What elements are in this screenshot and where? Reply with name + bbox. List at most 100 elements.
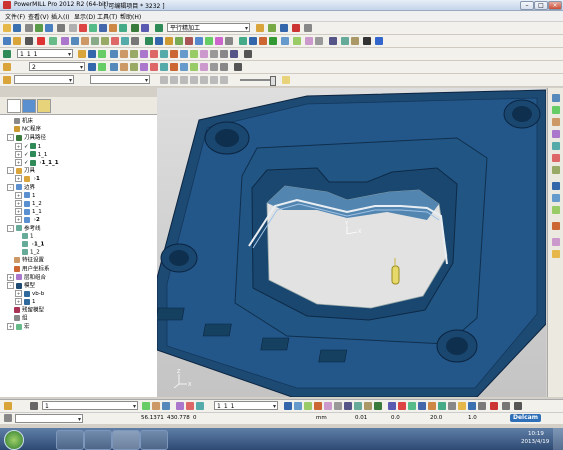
bottom-toolholder-icon[interactable]	[30, 402, 38, 410]
block-icon[interactable]	[69, 24, 77, 32]
tool-measure-icon[interactable]	[170, 63, 178, 71]
toolpath-icon[interactable]	[141, 24, 149, 32]
wireframe-icon[interactable]	[111, 37, 119, 45]
view-right-strip-icon[interactable]	[552, 142, 560, 150]
tree-item[interactable]: 组	[7, 314, 28, 322]
bottom-path-icon[interactable]	[186, 402, 194, 410]
sim-back-icon[interactable]	[180, 76, 188, 84]
tree-expander-icon[interactable]: +	[15, 150, 22, 158]
settings-icon[interactable]	[304, 24, 312, 32]
tree-item[interactable]: 用户坐标系	[7, 265, 50, 273]
bottom-settings-icon[interactable]	[152, 402, 160, 410]
tree-item[interactable]: 机床	[7, 118, 33, 125]
tp-collision-icon[interactable]	[200, 50, 208, 58]
tp-links-icon[interactable]	[120, 50, 128, 58]
bottom-toolpath-select[interactable]: 1_1_1	[214, 401, 278, 410]
tree-expander-icon[interactable]: +	[15, 208, 22, 216]
bottom-b9-icon[interactable]	[364, 402, 372, 410]
cursor-icon[interactable]	[293, 37, 301, 45]
tp-point-icon[interactable]	[140, 50, 148, 58]
tree-item[interactable]: NC程序	[7, 126, 41, 133]
tool-more-icon[interactable]	[220, 63, 228, 71]
tree-expander-icon[interactable]: +	[15, 290, 22, 298]
tree-item[interactable]: - 刀具	[7, 167, 35, 175]
tree-item[interactable]: + ✓ ›1_1_1	[15, 159, 59, 166]
tp-show-icon[interactable]	[110, 50, 118, 58]
tool-db-icon[interactable]	[140, 63, 148, 71]
view-bottom-strip-icon[interactable]	[552, 118, 560, 126]
tree-item[interactable]: - 边界	[7, 183, 35, 191]
tp-edit-icon[interactable]	[78, 50, 86, 58]
shaded-icon[interactable]	[121, 37, 129, 45]
tree-item[interactable]: +1_2	[15, 200, 42, 207]
layer-icon[interactable]	[155, 37, 163, 45]
menu-view[interactable]: 查看(V)	[28, 12, 49, 21]
zoom-icon[interactable]	[3, 37, 11, 45]
group-icon[interactable]	[249, 37, 257, 45]
tree-expander-icon[interactable]: +	[7, 273, 14, 281]
grid-icon[interactable]	[145, 37, 153, 45]
bottom-b19-icon[interactable]	[468, 402, 476, 410]
tree-item[interactable]: 残留模型	[7, 306, 44, 314]
maximize-button[interactable]: □	[534, 1, 548, 10]
view-left-strip-icon[interactable]	[552, 130, 560, 138]
tree-item[interactable]: + ›1	[15, 175, 40, 183]
rapid-move-icon[interactable]	[79, 24, 87, 32]
bottom-edit-icon[interactable]	[142, 402, 150, 410]
import-icon[interactable]	[35, 24, 43, 32]
tree-check-icon[interactable]: ✓	[24, 144, 29, 150]
view-min-strip-icon[interactable]	[552, 222, 560, 230]
shade-icon[interactable]	[101, 37, 109, 45]
undo-icon[interactable]	[57, 24, 65, 32]
taskbar-app-4[interactable]	[140, 430, 168, 450]
bottom-b18-icon[interactable]	[458, 402, 466, 410]
export-icon[interactable]	[45, 24, 53, 32]
close-button[interactable]: ×	[548, 1, 562, 10]
bottom-tool-icon[interactable]	[4, 402, 12, 410]
tab-visual[interactable]	[22, 99, 36, 113]
bottom-b15-icon[interactable]	[428, 402, 436, 410]
bottom-b2-icon[interactable]	[294, 402, 302, 410]
tab-explorer[interactable]	[7, 99, 21, 113]
tool-delete-icon[interactable]	[210, 63, 218, 71]
taskbar-app-3[interactable]	[112, 430, 140, 450]
bottom-tool-select[interactable]: 1	[42, 401, 138, 410]
tp-settings-icon[interactable]	[88, 50, 96, 58]
view-top-strip-icon[interactable]	[552, 106, 560, 114]
feedrate-icon[interactable]	[89, 24, 97, 32]
view-zoom-strip-icon[interactable]	[552, 238, 560, 246]
ucs-icon[interactable]	[205, 37, 213, 45]
tree-item[interactable]: + vb-b	[15, 290, 44, 298]
tree-item[interactable]: +1	[15, 298, 36, 306]
sim-select-2[interactable]	[90, 75, 150, 84]
info-icon[interactable]	[375, 37, 383, 45]
text-icon[interactable]	[363, 37, 371, 45]
section-icon[interactable]	[341, 37, 349, 45]
tool-copy-icon[interactable]	[180, 63, 188, 71]
tree-item[interactable]: 1	[15, 232, 34, 240]
sim-speed-thumb[interactable]	[270, 76, 276, 86]
tool-shank-icon[interactable]	[120, 63, 128, 71]
print-icon[interactable]	[25, 24, 33, 32]
tree-item[interactable]: +1_1	[15, 208, 42, 216]
tp-verify-icon[interactable]	[160, 50, 168, 58]
tree-expander-icon[interactable]: +	[15, 200, 22, 207]
graphics-viewport[interactable]: X Y X Z	[157, 88, 546, 397]
bottom-b5-icon[interactable]	[324, 402, 332, 410]
bottom-b16-icon[interactable]	[438, 402, 446, 410]
tool-select[interactable]: 2	[29, 62, 85, 71]
collision-icon[interactable]	[119, 24, 127, 32]
view-shade-strip-icon[interactable]	[552, 194, 560, 202]
bottom-b4-icon[interactable]	[314, 402, 322, 410]
sim-tool-icon[interactable]	[3, 76, 11, 84]
show-desktop-button[interactable]	[553, 428, 563, 450]
start-button[interactable]	[4, 430, 24, 450]
sim-end-icon[interactable]	[210, 76, 218, 84]
delete-icon[interactable]	[268, 24, 276, 32]
tool-create-icon[interactable]	[3, 63, 11, 71]
tree-expander-icon[interactable]: +	[7, 323, 14, 330]
help-icon[interactable]	[351, 37, 359, 45]
bottom-b1-icon[interactable]	[284, 402, 292, 410]
edit-icon[interactable]	[256, 24, 264, 32]
status-workplane-select[interactable]	[15, 414, 83, 423]
